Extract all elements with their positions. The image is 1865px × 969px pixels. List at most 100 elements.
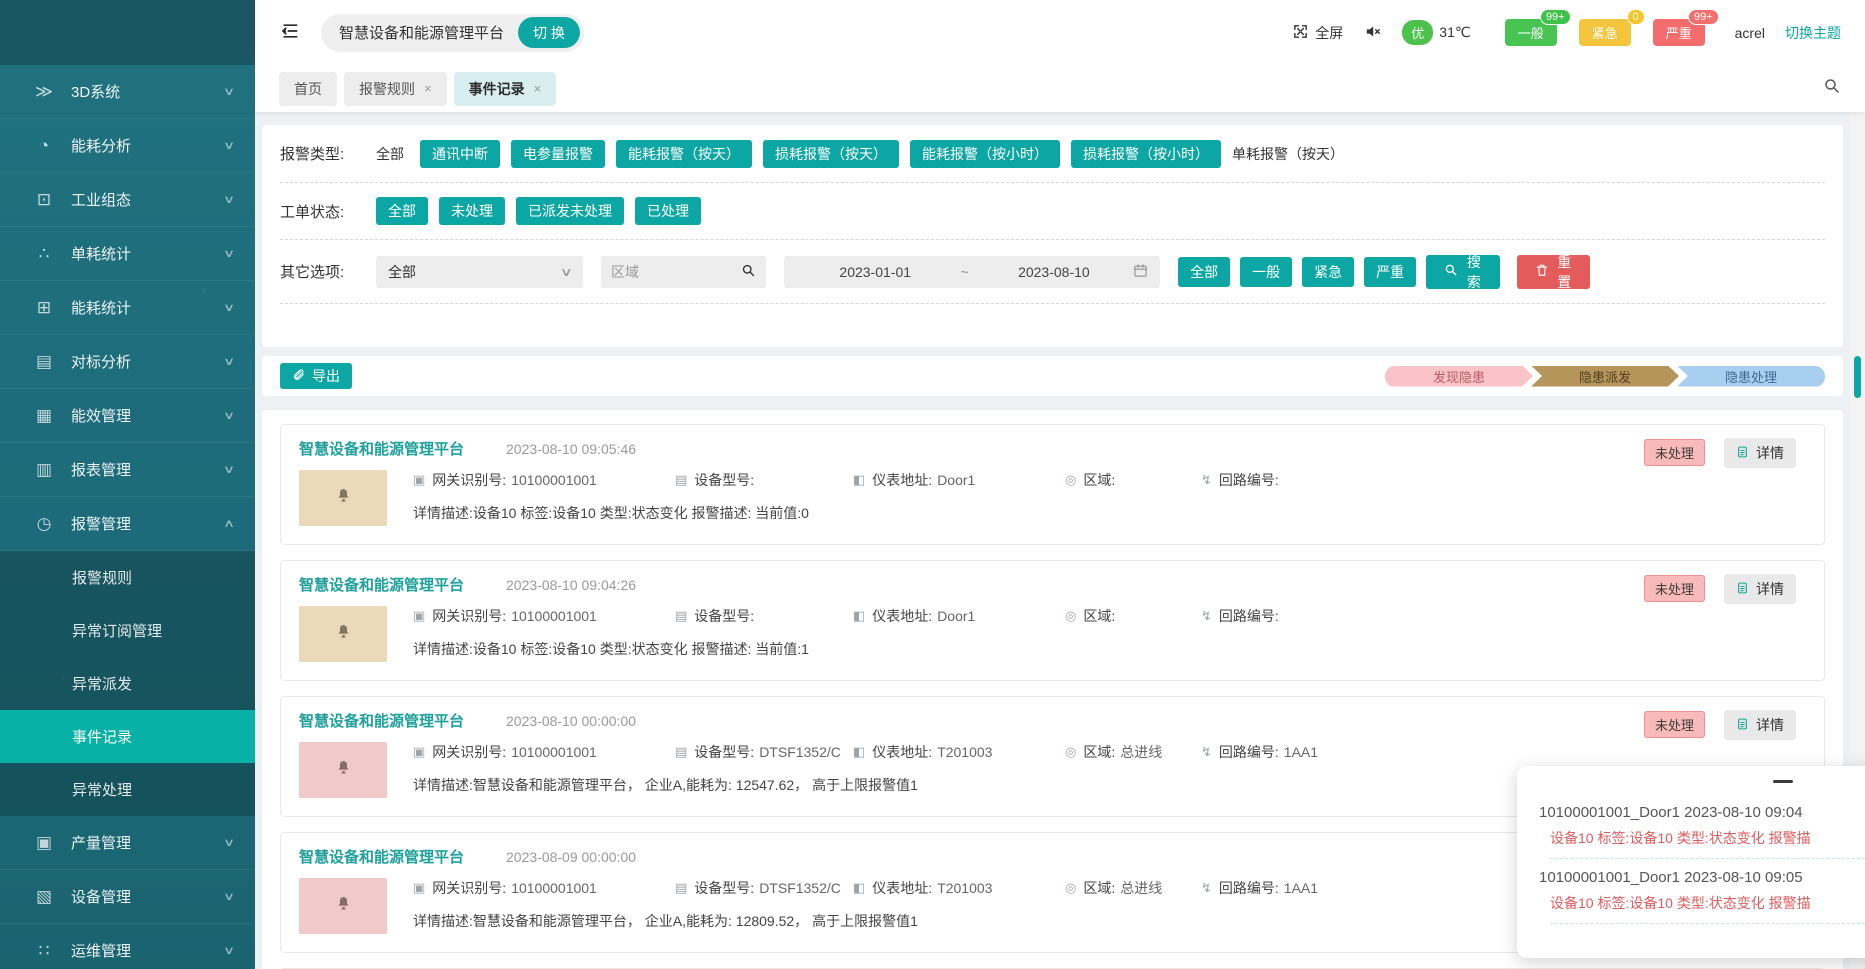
paperclip-icon <box>292 368 305 384</box>
notification-title[interactable]: 10100001001_Door1 2023-08-10 09:04 <box>1539 804 1865 821</box>
sidebar-item-industrial-hmi[interactable]: ⊡ 工业组态 ∨ <box>0 173 255 227</box>
sidebar-subitem-exception-subscription[interactable]: 异常订阅管理 <box>0 604 255 657</box>
search-icon[interactable] <box>741 263 756 281</box>
mute-button[interactable] <box>1363 23 1382 43</box>
sidebar-subitem-exception-handling[interactable]: 异常处理 <box>0 763 255 816</box>
gateway-icon: ▣ <box>413 880 425 896</box>
chevron-down-icon: ∨ <box>223 139 235 152</box>
chevron-down-icon: ∨ <box>223 85 235 98</box>
fullscreen-icon <box>1292 23 1309 43</box>
notification-title[interactable]: 10100001001_Door1 2023-08-10 09:05 <box>1539 869 1865 886</box>
alarm-type-loss-hourly[interactable]: 损耗报警（按小时） <box>1071 140 1221 168</box>
theme-switch-link[interactable]: 切换主题 <box>1785 23 1841 43</box>
event-title[interactable]: 智慧设备和能源管理平台 <box>299 846 464 867</box>
alarm-type-energy-hourly[interactable]: 能耗报警（按小时） <box>910 140 1060 168</box>
alarm-type-unit-daily[interactable]: 单耗报警（按天） <box>1232 144 1344 164</box>
detail-button[interactable]: 详情 <box>1724 710 1796 740</box>
bell-icon <box>335 759 352 781</box>
close-icon[interactable]: × <box>424 81 432 96</box>
tab-search-button[interactable] <box>1823 77 1841 100</box>
chevron-down-icon: ∨ <box>223 890 235 903</box>
level-all-button[interactable]: 全部 <box>1178 257 1230 287</box>
minimize-button[interactable] <box>1773 780 1793 783</box>
search-icon <box>1444 263 1458 280</box>
layers-icon: ▤ <box>32 352 56 372</box>
status-legend: 发现隐患 隐患派发 隐患处理 <box>1387 366 1825 387</box>
sidebar-item-ops-management[interactable]: ∷ 运维管理 ∨ <box>0 924 255 969</box>
date-range-picker[interactable]: 2023-01-01 ~ 2023-08-10 <box>784 256 1160 288</box>
date-separator: ~ <box>954 264 974 280</box>
tab-event-records[interactable]: 事件记录 × <box>454 72 557 106</box>
date-start[interactable]: 2023-01-01 <box>796 264 954 280</box>
sidebar-item-label: 设备管理 <box>71 886 131 907</box>
chevron-up-icon: ∧ <box>223 517 235 530</box>
chevron-down-icon: ∨ <box>223 247 235 260</box>
sidebar-item-3d-system[interactable]: ≫ 3D系统 ∨ <box>0 65 255 119</box>
circuit-icon: ↯ <box>1201 608 1212 624</box>
sidebar-item-energy-statistics[interactable]: ⊞ 能耗统计 ∨ <box>0 281 255 335</box>
level-severe-button[interactable]: 严重 <box>1364 257 1416 287</box>
status-dispatched-button[interactable]: 已派发未处理 <box>516 197 624 225</box>
field-meter-address: ◧仪表地址:Door1 <box>853 470 1065 490</box>
status-handled-button[interactable]: 已处理 <box>635 197 701 225</box>
close-icon[interactable]: × <box>534 81 542 96</box>
sidebar-item-unit-consumption[interactable]: ∴ 单耗统计 ∨ <box>0 227 255 281</box>
sidebar-item-energy-analysis[interactable]: ◔ 能耗分析 ∨ <box>0 119 255 173</box>
export-button[interactable]: 导出 <box>280 363 352 389</box>
sidebar-item-production-management[interactable]: ▣ 产量管理 ∨ <box>0 816 255 870</box>
monitor-icon: ⊡ <box>32 190 56 210</box>
sidebar-subitem-exception-dispatch[interactable]: 异常派发 <box>0 657 255 710</box>
event-title[interactable]: 智慧设备和能源管理平台 <box>299 710 464 731</box>
sidebar-subitem-alarm-rules[interactable]: 报警规则 <box>0 551 255 604</box>
sidebar-item-report-management[interactable]: ▥ 报表管理 ∨ <box>0 443 255 497</box>
sidebar-item-alarm-management[interactable]: ◷ 报警管理 ∧ <box>0 497 255 551</box>
weather-widget: 优 31℃ <box>1402 20 1470 45</box>
alarm-type-electric-param[interactable]: 电参量报警 <box>511 140 605 168</box>
location-icon: ◎ <box>1065 472 1076 488</box>
scope-select[interactable]: 全部 ∨ <box>376 256 583 288</box>
gauge-icon: ◔ <box>32 136 56 156</box>
search-button[interactable]: 搜索 <box>1426 255 1499 289</box>
reset-button[interactable]: 重置 <box>1517 255 1590 289</box>
field-gateway-id: ▣网关识别号:10100001001 <box>413 742 675 762</box>
sidebar-item-efficiency-management[interactable]: ▦ 能效管理 ∨ <box>0 389 255 443</box>
alarm-type-loss-daily[interactable]: 损耗报警（按天） <box>763 140 899 168</box>
document-icon <box>1736 717 1749 734</box>
status-unhandled-button[interactable]: 未处理 <box>439 197 505 225</box>
chevron-down-icon: ∨ <box>223 463 235 476</box>
device-icon: ▤ <box>675 744 687 760</box>
alarm-type-all[interactable]: 全部 <box>376 144 404 164</box>
detail-button-label: 详情 <box>1756 579 1784 599</box>
event-title[interactable]: 智慧设备和能源管理平台 <box>299 574 464 595</box>
fullscreen-button[interactable]: 全屏 <box>1292 23 1343 43</box>
sidebar-subitem-event-records[interactable]: 事件记录 <box>0 710 255 763</box>
detail-button[interactable]: 详情 <box>1724 438 1796 468</box>
field-circuit-number: ↯回路编号: <box>1201 606 1806 626</box>
sidebar-item-benchmark-analysis[interactable]: ▤ 对标分析 ∨ <box>0 335 255 389</box>
level-general-button[interactable]: 一般 <box>1240 257 1292 287</box>
reset-button-label: 重置 <box>1557 252 1572 292</box>
scrollbar-thumb[interactable] <box>1854 356 1861 398</box>
detail-button[interactable]: 详情 <box>1724 574 1796 604</box>
meter-icon: ◧ <box>853 472 865 488</box>
region-input[interactable] <box>611 264 741 280</box>
event-title[interactable]: 智慧设备和能源管理平台 <box>299 438 464 459</box>
location-icon: ◎ <box>1065 880 1076 896</box>
urgent-alarm-button[interactable]: 紧急 <box>1579 19 1631 46</box>
tab-alarm-rules[interactable]: 报警规则 × <box>344 72 447 106</box>
tab-home[interactable]: 首页 <box>279 72 337 106</box>
date-end[interactable]: 2023-08-10 <box>975 264 1133 280</box>
alarm-type-comm-interrupt[interactable]: 通讯中断 <box>420 140 500 168</box>
chevron-down-icon: ∨ <box>223 836 235 849</box>
sidebar-item-device-management[interactable]: ▧ 设备管理 ∨ <box>0 870 255 924</box>
alarm-type-energy-daily[interactable]: 能耗报警（按天） <box>616 140 752 168</box>
field-device-model: ▤设备型号:DTSF1352/C <box>675 878 853 898</box>
alarm-counters: 一般 99+ 紧急 0 严重 99+ <box>1505 19 1705 46</box>
switch-platform-button[interactable]: 切 换 <box>518 17 580 48</box>
status-all-button[interactable]: 全部 <box>376 197 428 225</box>
collapse-sidebar-button[interactable] <box>279 21 301 44</box>
field-region: ◎区域:总进线 <box>1065 878 1201 898</box>
device-icon: ▤ <box>675 880 687 896</box>
search-button-label: 搜索 <box>1466 252 1481 292</box>
level-urgent-button[interactable]: 紧急 <box>1302 257 1354 287</box>
